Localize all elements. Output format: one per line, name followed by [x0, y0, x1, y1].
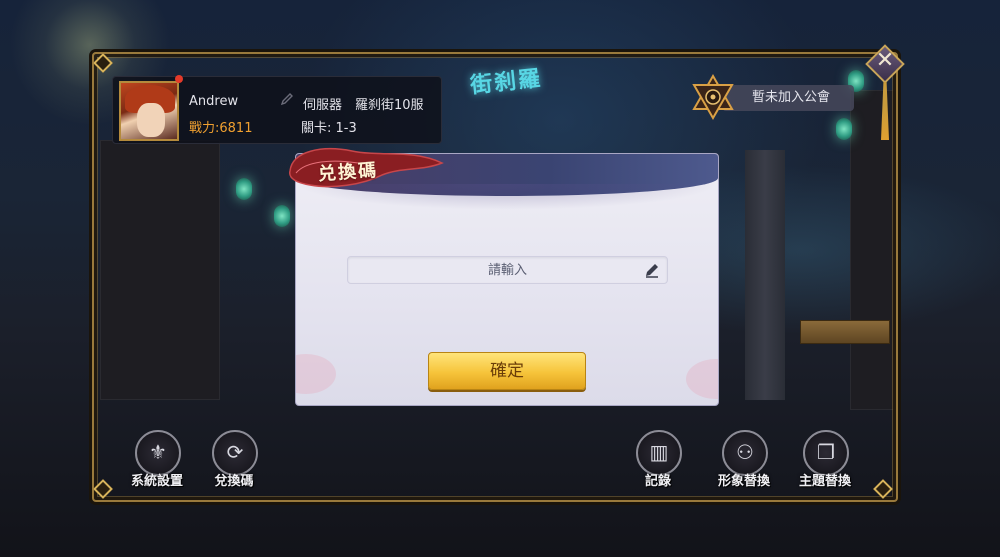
server-name: 羅刹街10服 — [355, 98, 424, 113]
petal-decoration — [296, 354, 336, 394]
button-label: 主題替換 — [798, 474, 851, 489]
avatar[interactable] — [119, 81, 179, 141]
button-label: 兌換碼 — [214, 474, 254, 489]
pencil-icon — [646, 264, 658, 278]
player-info-panel: Andrew 戰力:6811 伺服器 羅刹街10服 關卡: 1-3 — [112, 75, 442, 144]
redeem-code-icon: ⟳ — [226, 440, 244, 464]
redeem-code-input-wrapper — [347, 256, 668, 284]
button-label: 形象替換 — [717, 474, 770, 489]
close-button[interactable]: ✕ — [865, 44, 905, 84]
dialog-title: 兑換碼 — [317, 159, 379, 186]
theme-swap-button[interactable]: ❐ 主題替換 — [790, 430, 860, 494]
hexagram-emblem-icon — [692, 74, 734, 120]
close-icon: ✕ — [875, 48, 895, 73]
stage-progress: 關卡: 1-3 — [301, 121, 357, 136]
redeem-code-input[interactable] — [348, 257, 667, 283]
player-name: Andrew — [189, 94, 239, 109]
petal-decoration — [686, 359, 718, 399]
redeem-code-button[interactable]: ⟳ 兌換碼 — [199, 430, 269, 494]
button-label: 系統設置 — [130, 474, 183, 489]
avatar-swap-button[interactable]: ⚇ 形象替換 — [709, 430, 779, 494]
guild-status-text: 暫未加入公會 — [752, 90, 831, 105]
avatar-face — [137, 103, 165, 137]
system-settings-button[interactable]: ⚜ 系統設置 — [122, 430, 192, 494]
server-label: 伺服器 — [303, 98, 343, 113]
edit-server-icon[interactable] — [279, 91, 295, 107]
guild-status[interactable]: 暫未加入公會 — [722, 85, 854, 111]
theme-swap-icon: ❐ — [817, 440, 835, 464]
notification-dot — [175, 75, 183, 83]
system-settings-icon: ⚜ — [149, 440, 167, 464]
avatar-swap-icon: ⚇ — [736, 440, 754, 464]
button-label: 記錄 — [644, 474, 671, 489]
record-button[interactable]: ▥ 記錄 — [623, 430, 693, 494]
confirm-button[interactable]: 確定 — [428, 352, 586, 390]
record-icon: ▥ — [649, 440, 669, 464]
combat-power: 戰力:6811 — [189, 121, 253, 136]
